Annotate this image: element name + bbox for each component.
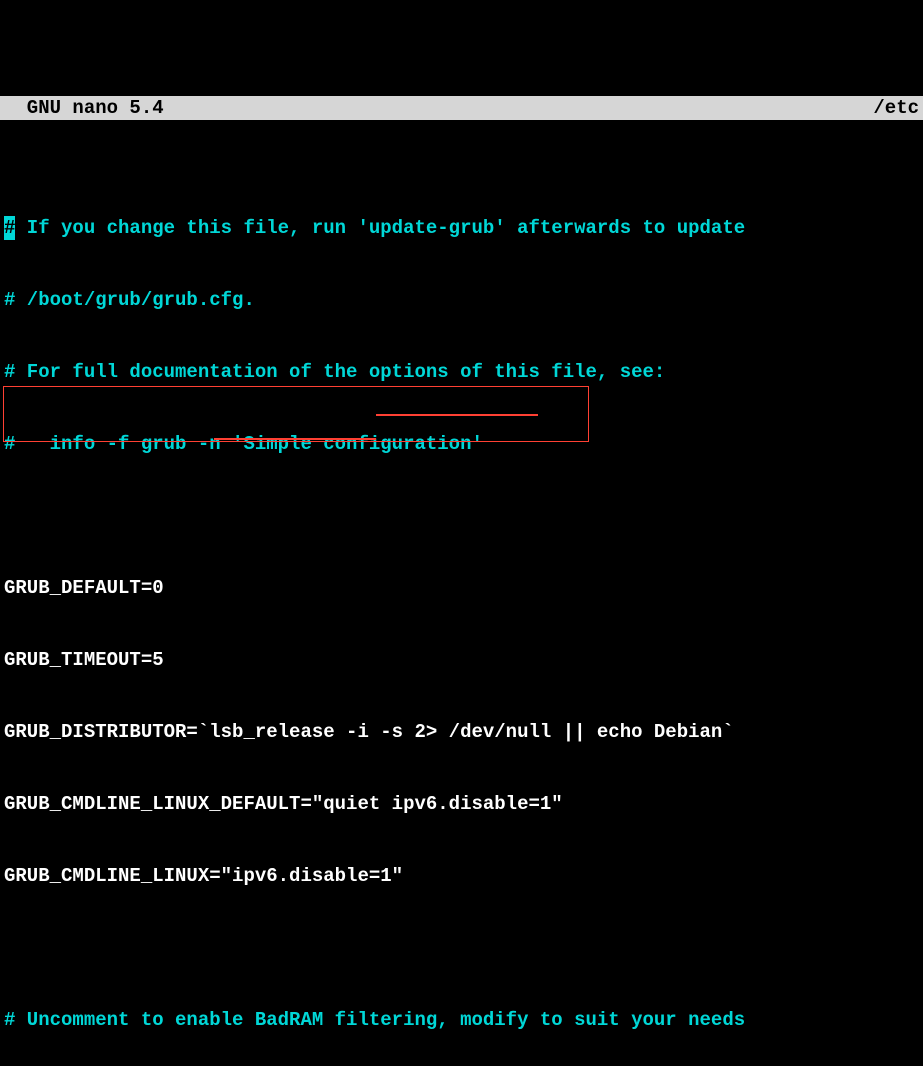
highlight-underline xyxy=(376,414,538,416)
editor-line[interactable]: GRUB_CMDLINE_LINUX_DEFAULT="quiet ipv6.d… xyxy=(0,792,923,816)
title-bar: GNU nano 5.4 /etc xyxy=(0,96,923,120)
comment-text: If you change this file, run 'update-gru… xyxy=(15,217,745,239)
cursor-position: # xyxy=(4,216,15,240)
editor-line[interactable] xyxy=(0,504,923,528)
editor-line[interactable]: # /boot/grub/grub.cfg. xyxy=(0,288,923,312)
editor-line[interactable]: GRUB_TIMEOUT=5 xyxy=(0,648,923,672)
app-name: GNU nano 5.4 xyxy=(4,96,164,120)
editor-line[interactable]: # Uncomment to enable BadRAM filtering, … xyxy=(0,1008,923,1032)
editor-line[interactable] xyxy=(0,936,923,960)
file-path: /etc xyxy=(873,96,919,120)
editor-content[interactable]: # If you change this file, run 'update-g… xyxy=(0,168,923,1066)
editor-line[interactable]: GRUB_DISTRIBUTOR=`lsb_release -i -s 2> /… xyxy=(0,720,923,744)
editor-line[interactable]: # info -f grub -n 'Simple configuration' xyxy=(0,432,923,456)
editor-line[interactable]: # For full documentation of the options … xyxy=(0,360,923,384)
editor-line[interactable]: GRUB_CMDLINE_LINUX="ipv6.disable=1" xyxy=(0,864,923,888)
editor-line[interactable]: GRUB_DEFAULT=0 xyxy=(0,576,923,600)
editor-line[interactable]: # If you change this file, run 'update-g… xyxy=(0,216,923,240)
